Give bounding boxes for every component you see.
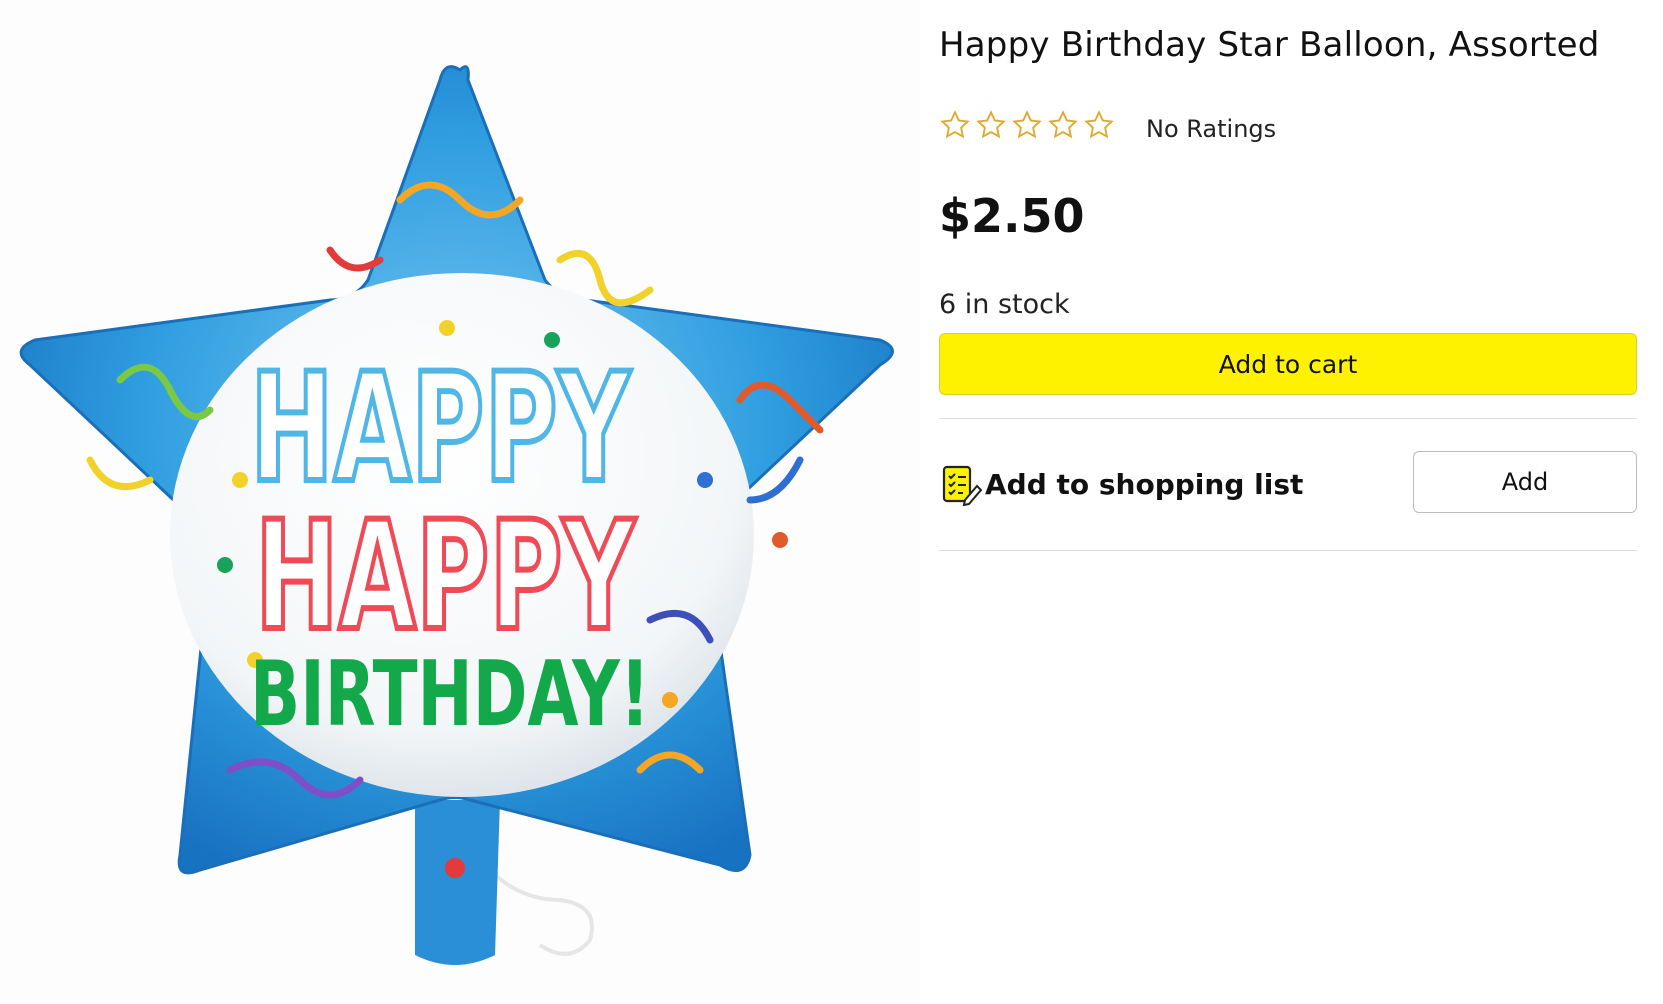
divider [939,550,1637,551]
star-outline-icon [976,110,1006,139]
shopping-list-icon [942,465,983,506]
divider [939,418,1637,419]
product-image: HAPPY HAPPY BIRTHDAY! [0,0,920,1004]
star-outline-icon [1084,110,1114,139]
balloon-text-happy-2: HAPPY [255,490,637,664]
balloon-string [488,868,594,956]
rating-text[interactable]: No Ratings [1146,115,1276,143]
shopping-list-row[interactable]: Add to shopping list [939,462,1303,506]
star-outline-icon [940,110,970,139]
star-outline-icon [1012,110,1042,139]
balloon-illustration: HAPPY HAPPY BIRTHDAY! [19,65,894,965]
rating-row[interactable]: No Ratings [939,109,1276,143]
product-title: Happy Birthday Star Balloon, Assorted [939,25,1600,65]
star-rating [939,109,1115,141]
stock-status: 6 in stock [939,289,1070,320]
add-to-cart-button[interactable]: Add to cart [939,333,1637,395]
shopping-list-label[interactable]: Add to shopping list [985,468,1303,501]
balloon-text-birthday: BIRTHDAY! [250,642,650,747]
star-outline-icon [1048,110,1078,139]
balloon-neck [415,800,500,965]
product-price: $2.50 [939,189,1085,243]
add-to-list-button[interactable]: Add [1413,451,1637,513]
